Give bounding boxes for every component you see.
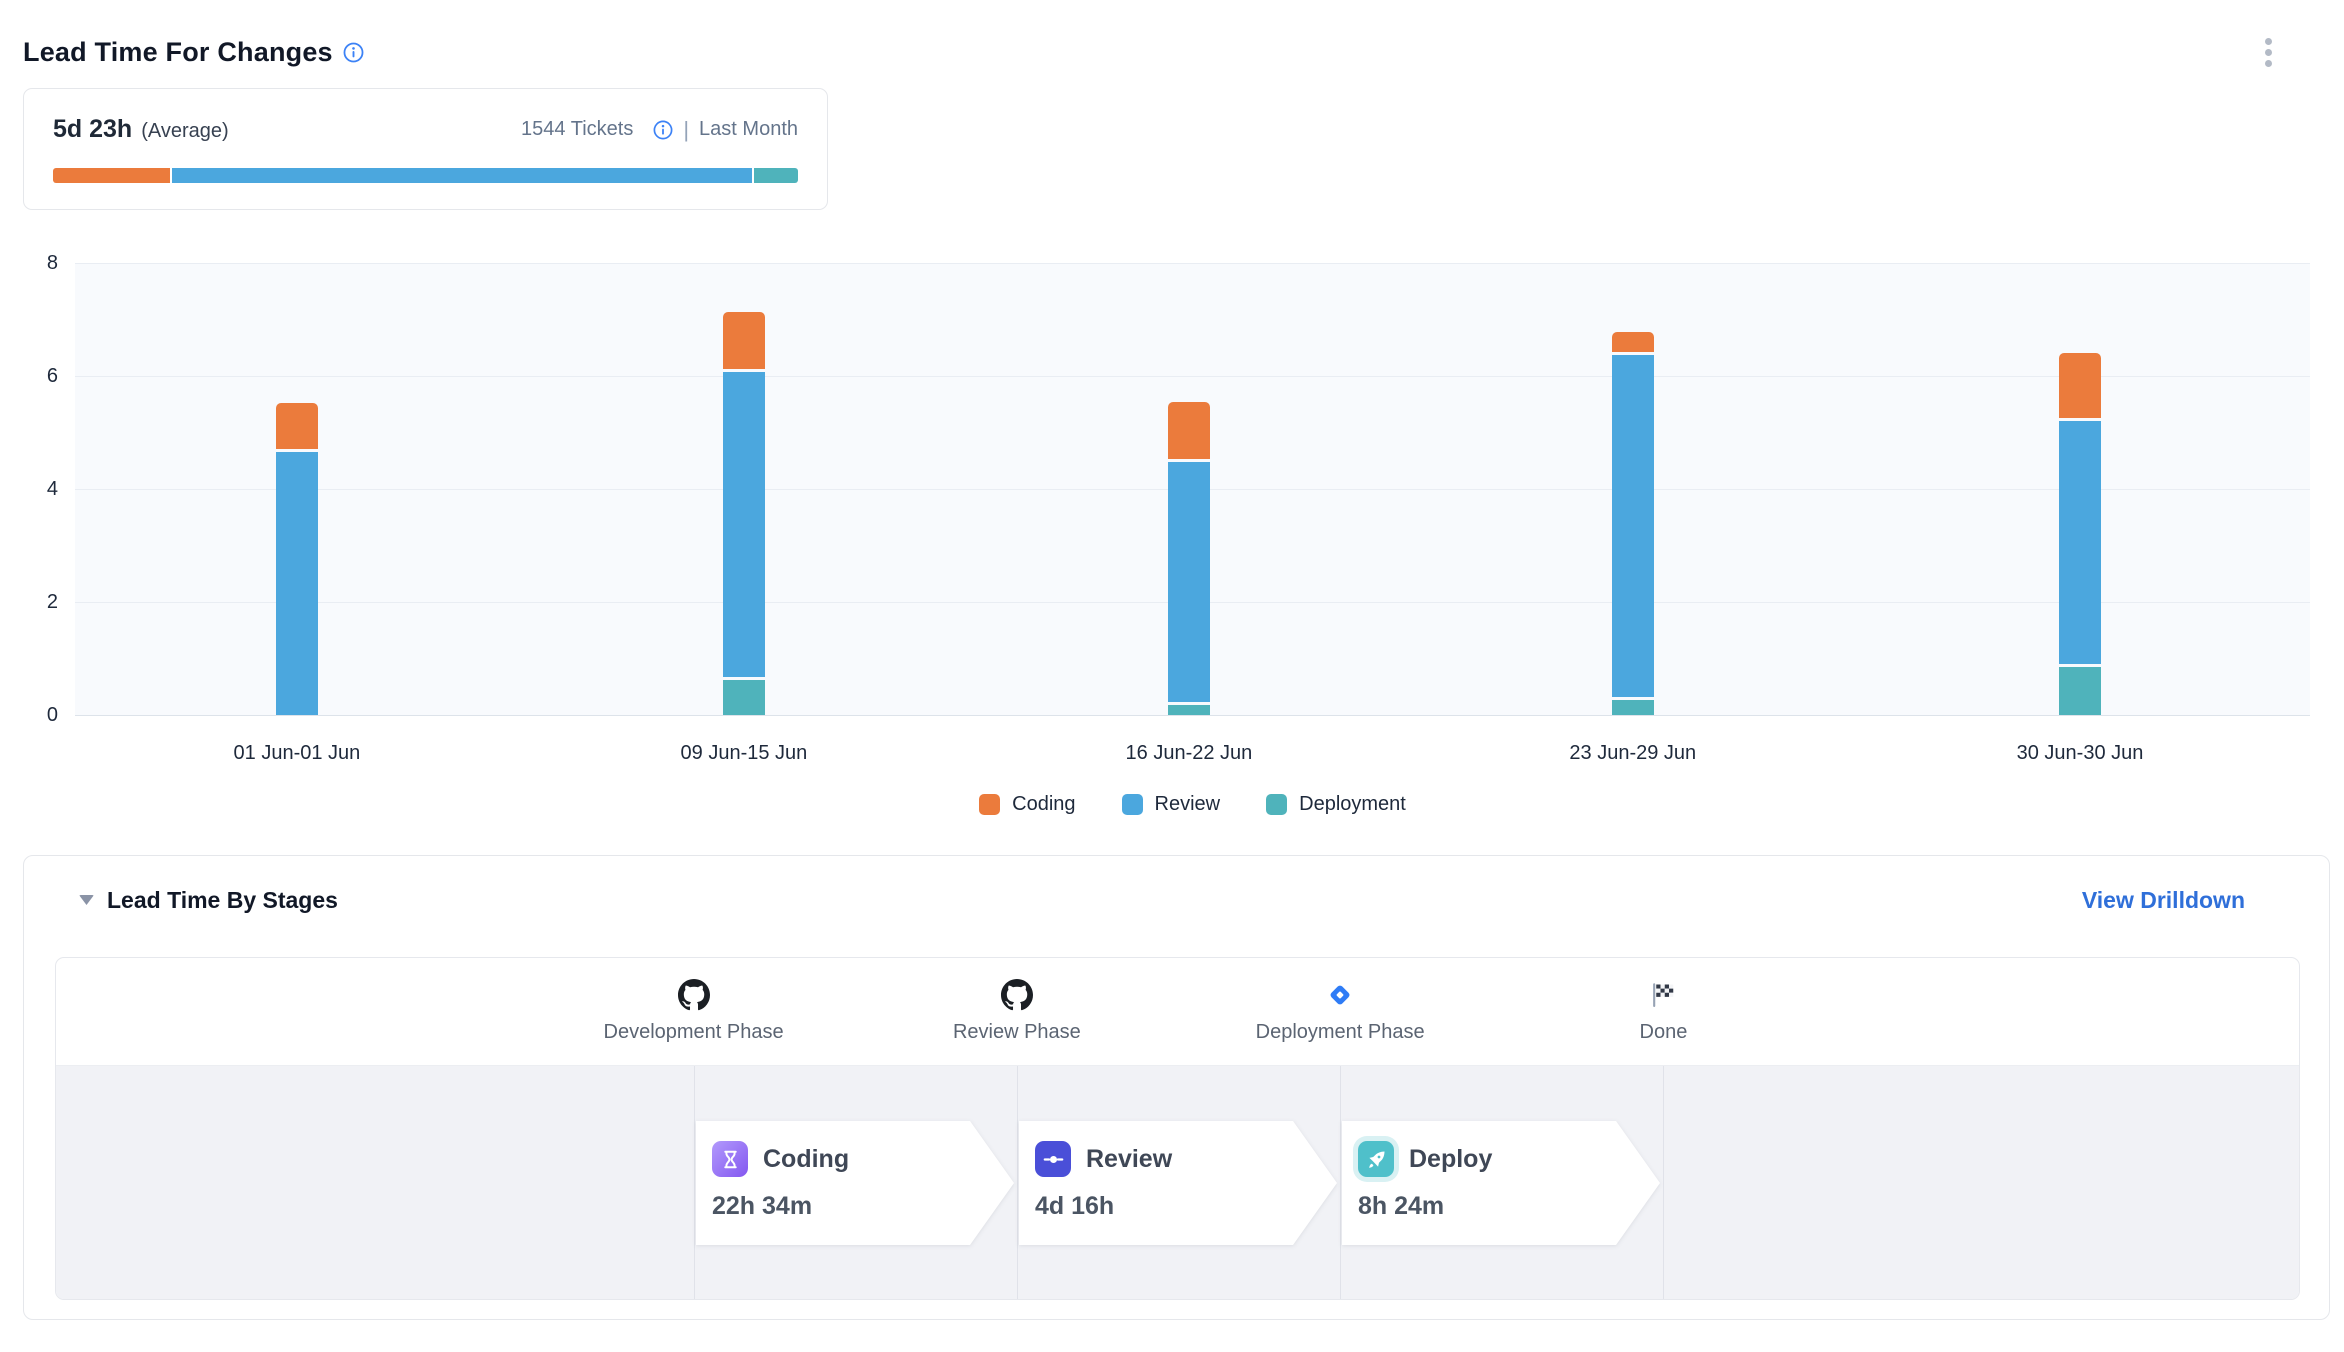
bar-segment-coding[interactable] (2059, 353, 2101, 418)
stage-table: Development Phase Review Phase Deployment … (55, 957, 2300, 1300)
bar-segment-coding[interactable] (1168, 402, 1210, 459)
tickets-count: 1544 Tickets (521, 118, 633, 141)
y-axis-tick-8: 8 (14, 251, 58, 275)
phase-label: Done (1640, 1021, 1688, 1044)
summary-segment-deployment (754, 168, 798, 183)
period-label: Last Month (699, 118, 798, 141)
stage-duration: 22h 34m (712, 1192, 1014, 1221)
separator: | (683, 117, 689, 143)
legend-chip-coding (979, 794, 1000, 815)
bar-segment-review[interactable] (1612, 355, 1654, 697)
commit-icon (1035, 1141, 1071, 1177)
stage-table-body: Coding 22h 34m Review 4d 16h Deploy 8h 24m (56, 1065, 2299, 1299)
phase-header-done: Done (1543, 958, 1783, 1064)
page-header: Lead Time For Changes (23, 30, 2314, 74)
column-divider (1017, 1066, 1018, 1299)
bar-segment-deployment[interactable] (1168, 705, 1210, 715)
column-divider (1340, 1066, 1341, 1299)
stage-name: Coding (763, 1145, 849, 1174)
legend-chip-deployment (1266, 794, 1287, 815)
average-label: (Average) (141, 120, 228, 143)
bar-segment-review[interactable] (723, 372, 765, 677)
legend-chip-review (1122, 794, 1143, 815)
y-axis-tick-0: 0 (14, 703, 58, 727)
bar-group-23 Jun-29 Jun[interactable] (1612, 332, 1654, 715)
jira-icon (1325, 978, 1355, 1012)
checkered-flag-icon (1648, 978, 1678, 1012)
chart-legend: Coding Review Deployment (75, 793, 2310, 816)
phase-label: Development Phase (604, 1021, 784, 1044)
summary-segment-coding (53, 168, 170, 183)
bar-segment-deployment[interactable] (723, 680, 765, 715)
lead-time-by-stages-panel: Lead Time By Stages View Drilldown Devel… (23, 855, 2330, 1320)
tickets-info-icon[interactable] (653, 120, 673, 140)
stage-name: Deploy (1409, 1145, 1492, 1174)
bar-group-09 Jun-15 Jun[interactable] (723, 312, 765, 715)
collapse-triangle-icon[interactable] (79, 895, 94, 905)
stages-title: Lead Time By Stages (107, 887, 338, 914)
bar-segment-coding[interactable] (723, 312, 765, 369)
lead-time-chart: Coding Review Deployment 0 2 4 6 8 01 Jun-01 Ju… (0, 250, 2344, 850)
lead-time-for-changes-widget: Lead Time For Changes 5d 23h (Average) 1… (0, 0, 2344, 1352)
x-axis-label: 30 Jun-30 Jun (1960, 742, 2200, 765)
bar-segment-review[interactable] (2059, 421, 2101, 664)
bar-segment-review[interactable] (1168, 462, 1210, 702)
phase-header-review-phase: Review Phase (897, 958, 1137, 1064)
column-divider (1663, 1066, 1664, 1299)
summary-progress-bar (53, 168, 798, 183)
legend-label: Coding (1012, 793, 1075, 816)
legend-item-deployment[interactable]: Deployment (1266, 793, 1406, 816)
stage-name: Review (1086, 1145, 1172, 1174)
gridline-y8 (75, 263, 2310, 264)
bar-segment-coding[interactable] (1612, 332, 1654, 352)
bar-group-30 Jun-30 Jun[interactable] (2059, 353, 2101, 715)
hourglass-icon (712, 1141, 748, 1177)
github-icon (1001, 978, 1033, 1012)
stage-card-coding[interactable]: Coding 22h 34m (696, 1121, 1014, 1245)
stage-duration: 4d 16h (1035, 1192, 1337, 1221)
bar-group-16 Jun-22 Jun[interactable] (1168, 402, 1210, 715)
legend-item-coding[interactable]: Coding (979, 793, 1075, 816)
kebab-menu-icon[interactable] (2256, 32, 2280, 72)
x-axis-label: 01 Jun-01 Jun (177, 742, 417, 765)
bar-segment-deployment[interactable] (1612, 700, 1654, 715)
plot-area (75, 263, 2310, 716)
stage-card-review[interactable]: Review 4d 16h (1019, 1121, 1337, 1245)
legend-label: Review (1155, 793, 1221, 816)
stage-card-deploy[interactable]: Deploy 8h 24m (1342, 1121, 1660, 1245)
github-icon (678, 978, 710, 1012)
x-axis-label: 23 Jun-29 Jun (1513, 742, 1753, 765)
bar-segment-coding[interactable] (276, 403, 318, 449)
phase-header-development-phase: Development Phase (574, 958, 814, 1064)
bar-group-01 Jun-01 Jun[interactable] (276, 403, 318, 715)
summary-card: 5d 23h (Average) 1544 Tickets | Last Mon… (23, 88, 828, 210)
phase-label: Review Phase (953, 1021, 1081, 1044)
stages-header: Lead Time By Stages View Drilldown (79, 882, 2245, 918)
column-divider (694, 1066, 695, 1299)
average-lead-time-value: 5d 23h (53, 115, 132, 144)
x-axis-label: 16 Jun-22 Jun (1069, 742, 1309, 765)
x-axis-label: 09 Jun-15 Jun (624, 742, 864, 765)
summary-segment-review (172, 168, 752, 183)
phase-header-deployment-phase: Deployment Phase (1220, 958, 1460, 1064)
page-title: Lead Time For Changes (23, 37, 333, 68)
y-axis-tick-4: 4 (14, 477, 58, 501)
stage-duration: 8h 24m (1358, 1192, 1660, 1221)
phase-label: Deployment Phase (1256, 1021, 1425, 1044)
y-axis-tick-6: 6 (14, 364, 58, 388)
info-icon[interactable] (343, 42, 364, 63)
rocket-icon (1358, 1141, 1394, 1177)
bar-segment-review[interactable] (276, 452, 318, 715)
y-axis-tick-2: 2 (14, 590, 58, 614)
view-drilldown-link[interactable]: View Drilldown (2082, 887, 2245, 914)
legend-item-review[interactable]: Review (1122, 793, 1221, 816)
legend-label: Deployment (1299, 793, 1406, 816)
bar-segment-deployment[interactable] (2059, 667, 2101, 715)
gridline-y6 (75, 376, 2310, 377)
